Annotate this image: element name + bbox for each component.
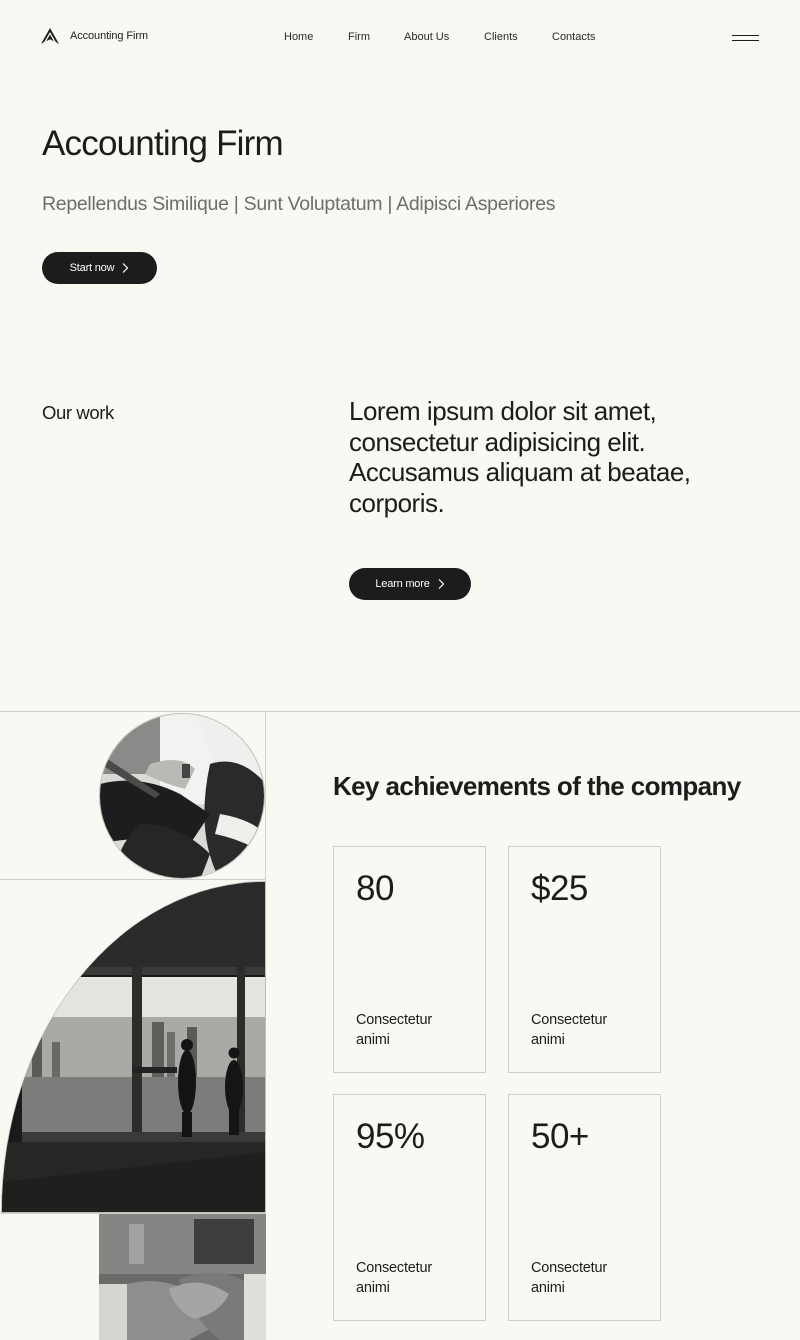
achievement-value: 95% xyxy=(356,1117,425,1156)
nav-home[interactable]: Home xyxy=(284,31,313,43)
main-nav: Home Firm About Us Clients Contacts xyxy=(0,31,800,45)
achievement-card: 80 Consectetur animi xyxy=(333,846,486,1073)
achievement-caption: Consectetur animi xyxy=(356,1012,432,1048)
achievement-caption: Consectetur animi xyxy=(531,1260,607,1296)
achievement-card: $25 Consectetur animi xyxy=(508,846,661,1073)
our-work-label: Our work xyxy=(42,402,114,423)
hero-subtitle: Repellendus Similique | Sunt Voluptatum … xyxy=(42,193,556,215)
hero-title: Accounting Firm xyxy=(42,124,284,163)
achievement-value: $25 xyxy=(531,869,588,908)
start-now-button[interactable]: Start now xyxy=(42,252,157,284)
nav-contacts[interactable]: Contacts xyxy=(552,31,595,43)
meeting-photo xyxy=(99,713,265,879)
nav-firm[interactable]: Firm xyxy=(348,31,370,43)
site-header: Accounting Firm Home Firm About Us Clien… xyxy=(0,0,800,74)
learn-more-label: Learn more xyxy=(375,578,430,590)
achievement-card: 50+ Consectetur animi xyxy=(508,1094,661,1321)
achievement-value: 50+ xyxy=(531,1117,589,1156)
menu-icon[interactable] xyxy=(732,35,759,43)
achievements-title: Key achievements of the company xyxy=(333,771,741,801)
chevron-right-icon xyxy=(122,263,129,273)
handshake-photo xyxy=(99,1214,266,1340)
menu-line xyxy=(732,35,759,36)
nav-about-us[interactable]: About Us xyxy=(404,31,449,43)
our-work-text: Lorem ipsum dolor sit amet, consectetur … xyxy=(349,396,691,518)
office-photo xyxy=(1,881,266,1213)
nav-clients[interactable]: Clients xyxy=(484,31,518,43)
image-divider xyxy=(0,879,266,880)
achievement-caption: Consectetur animi xyxy=(531,1012,607,1048)
achievement-card: 95% Consectetur animi xyxy=(333,1094,486,1321)
achievement-caption: Consectetur animi xyxy=(356,1260,432,1296)
section-divider xyxy=(0,711,800,712)
achievement-value: 80 xyxy=(356,869,394,908)
chevron-right-icon xyxy=(438,579,444,589)
learn-more-button[interactable]: Learn more xyxy=(349,568,471,600)
menu-line xyxy=(732,40,759,41)
start-now-label: Start now xyxy=(69,262,115,274)
